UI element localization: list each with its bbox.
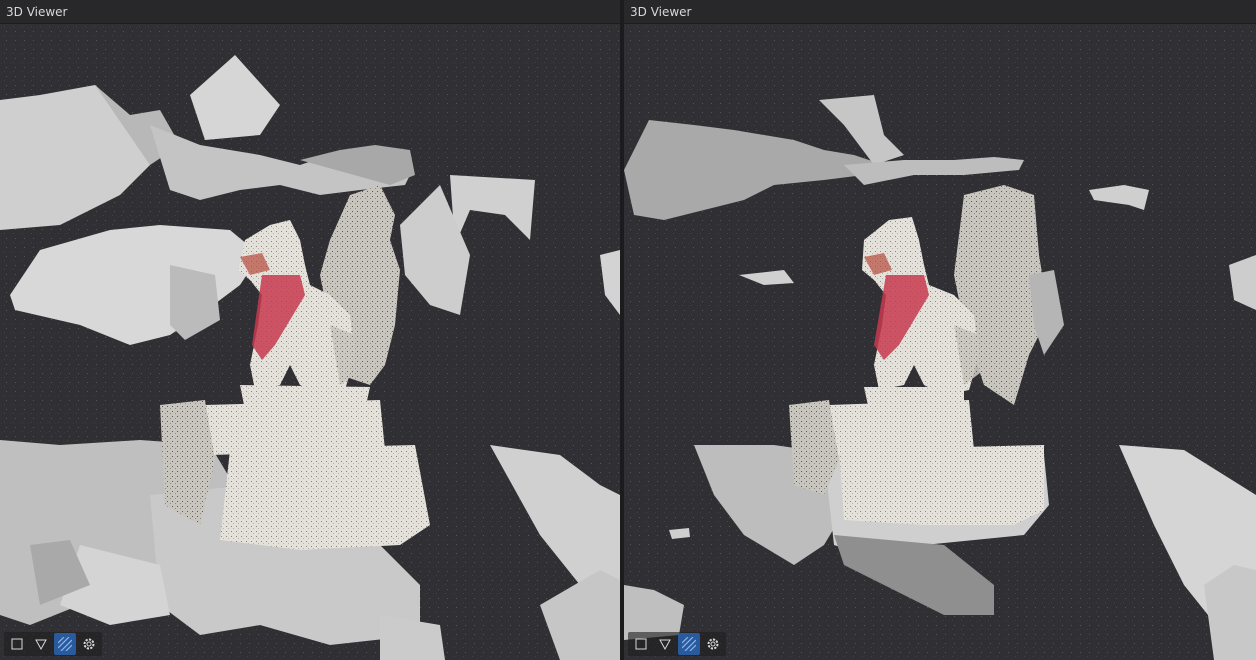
box-outline-icon[interactable]: [630, 633, 652, 655]
hatch-grid-icon[interactable]: [54, 633, 76, 655]
pane-title: 3D Viewer: [624, 0, 1256, 24]
triangle-down-icon[interactable]: [30, 633, 52, 655]
pane-title: 3D Viewer: [0, 0, 620, 24]
viewer-toolbar: [628, 632, 726, 656]
viewer-toolbar: [4, 632, 102, 656]
viewer-pane-left: 3D Viewer: [0, 0, 620, 660]
gear-icon[interactable]: [702, 633, 724, 655]
3d-viewport-left[interactable]: [0, 25, 620, 660]
viewer-pane-right: 3D Viewer: [624, 0, 1256, 660]
hatch-grid-icon[interactable]: [678, 633, 700, 655]
gear-icon[interactable]: [78, 633, 100, 655]
box-outline-icon[interactable]: [6, 633, 28, 655]
scene-render-right: [624, 25, 1256, 660]
app-window: 3D Viewer 3D Viewer: [0, 0, 1256, 660]
triangle-down-icon[interactable]: [654, 633, 676, 655]
scene-render-left: [0, 25, 620, 660]
3d-viewport-right[interactable]: [624, 25, 1256, 660]
